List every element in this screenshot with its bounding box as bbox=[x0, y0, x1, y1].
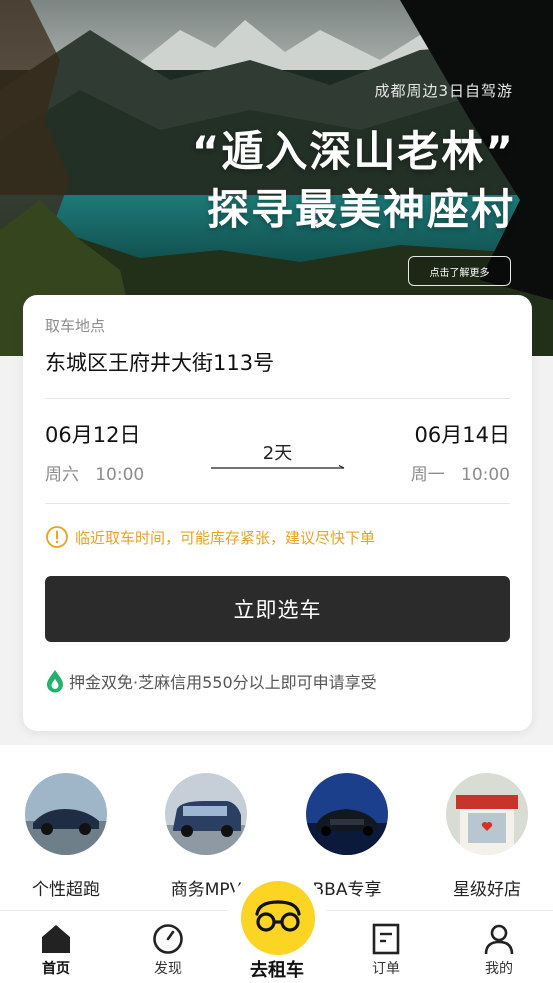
pickup-label: 取车地点 bbox=[45, 317, 106, 335]
hero-title-line1: “遁入深山老林” bbox=[191, 127, 515, 176]
deposit-free-note: 押金双免·芝麻信用550分以上即可申请享受 bbox=[69, 673, 377, 692]
booking-card: 取车地点 东城区王府井大街113号 06月12日 周六 10:00 2天 06月… bbox=[23, 295, 532, 731]
mpv-image bbox=[165, 773, 247, 855]
choose-car-button[interactable]: 立即选车 bbox=[45, 576, 510, 642]
sports-car-image bbox=[25, 773, 107, 855]
rent-car-label: 去租车 bbox=[250, 960, 304, 981]
nav-orders-label: 订单 bbox=[372, 961, 400, 977]
divider bbox=[45, 398, 510, 399]
shop-image bbox=[446, 773, 528, 855]
hero-subtitle: 成都周边3日自驾游 bbox=[374, 82, 513, 100]
nav-orders[interactable]: 订单 bbox=[356, 923, 416, 978]
end-time[interactable]: 周一 10:00 bbox=[411, 460, 510, 485]
nav-mine-label: 我的 bbox=[485, 961, 513, 977]
warning-icon bbox=[46, 526, 68, 548]
nav-mine[interactable]: 我的 bbox=[469, 923, 529, 978]
category-label: 个性超跑 bbox=[32, 880, 100, 900]
nav-home-label: 首页 bbox=[42, 961, 70, 977]
home-icon bbox=[42, 925, 70, 953]
arrow-right-icon bbox=[211, 465, 345, 469]
category-sports-car[interactable]: 个性超跑 bbox=[11, 773, 121, 900]
rent-car-button[interactable] bbox=[241, 881, 315, 955]
user-icon bbox=[484, 924, 514, 955]
compass-icon bbox=[153, 924, 183, 954]
pickup-address[interactable]: 东城区王府井大街113号 bbox=[45, 347, 274, 377]
bba-car-image bbox=[306, 773, 388, 855]
sesame-credit-icon bbox=[47, 670, 63, 693]
end-weekday: 周一 bbox=[410, 465, 445, 485]
start-time-value: 10:00 bbox=[95, 465, 145, 485]
category-label: 星级好店 bbox=[453, 880, 521, 900]
nav-home[interactable]: 首页 bbox=[26, 923, 86, 978]
car-face-icon bbox=[255, 900, 301, 932]
nav-discover[interactable]: 发现 bbox=[138, 923, 198, 978]
end-time-value: 10:00 bbox=[461, 465, 510, 485]
nav-discover-label: 发现 bbox=[154, 961, 182, 977]
hero-title-line2: 探寻最美神座村 bbox=[206, 185, 515, 234]
end-date[interactable]: 06月14日 bbox=[415, 419, 510, 449]
start-weekday: 周六 bbox=[45, 465, 79, 485]
stock-warning: 临近取车时间，可能库存紧张，建议尽快下单 bbox=[75, 529, 376, 547]
divider bbox=[45, 503, 510, 504]
orders-icon bbox=[372, 923, 400, 955]
category-top-shops[interactable]: 星级好店 bbox=[432, 773, 542, 900]
learn-more-button[interactable]: 点击了解更多 bbox=[408, 256, 511, 286]
